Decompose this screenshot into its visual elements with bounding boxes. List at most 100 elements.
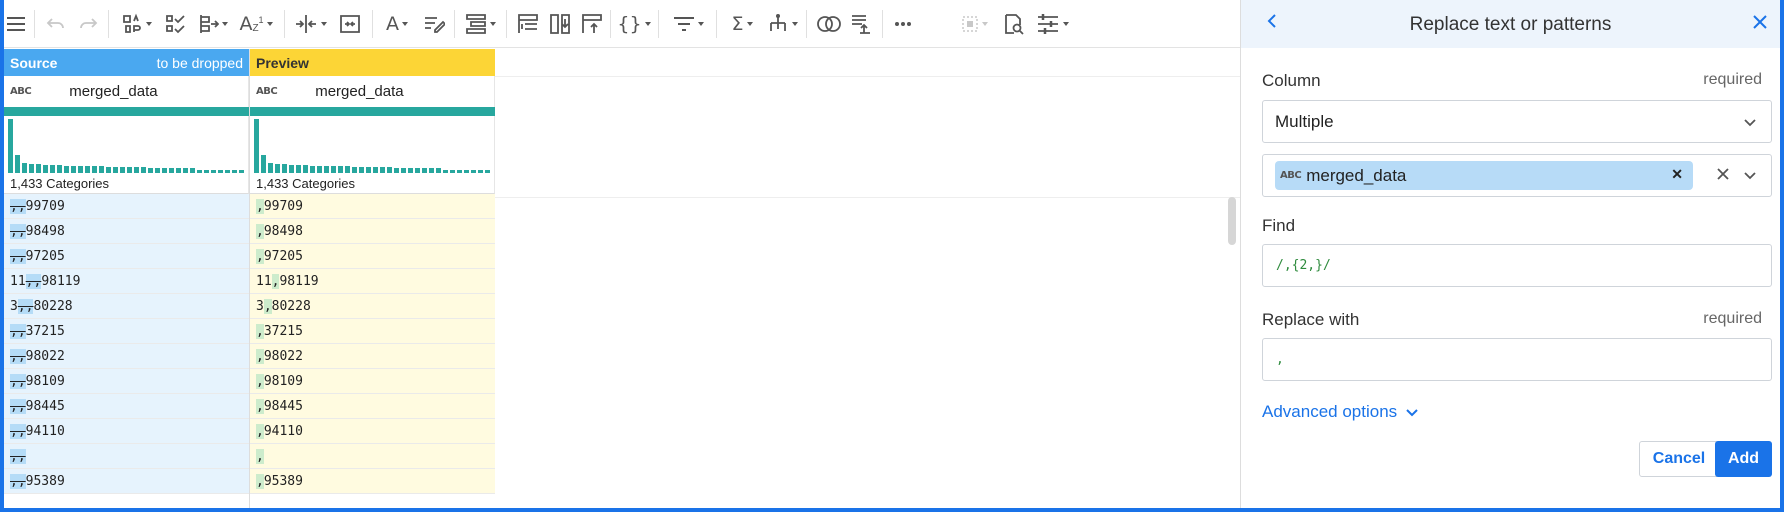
column-picker[interactable]: ABC merged_data ✕ xyxy=(1262,154,1772,197)
histogram-bar[interactable] xyxy=(338,166,343,173)
table-row[interactable]: ,37215 xyxy=(250,319,495,344)
table-row[interactable]: ,,98109 xyxy=(4,369,249,394)
table-row[interactable]: ,,99709 xyxy=(4,194,249,219)
histogram-bar[interactable] xyxy=(478,170,483,173)
histogram-bar[interactable] xyxy=(436,168,441,173)
histogram-bar[interactable] xyxy=(387,167,392,173)
histogram-bar[interactable] xyxy=(408,168,413,173)
histogram-bar[interactable] xyxy=(317,166,322,173)
table-row[interactable]: ,99709 xyxy=(250,194,495,219)
column-chip[interactable]: ABC merged_data ✕ xyxy=(1275,161,1693,190)
histogram-bar[interactable] xyxy=(141,167,146,173)
replace-input[interactable]: , xyxy=(1262,338,1772,381)
table-row[interactable]: ,95389 xyxy=(250,469,495,494)
search-icon[interactable] xyxy=(1000,8,1026,40)
histogram-bar[interactable] xyxy=(183,168,188,173)
histogram-bar[interactable] xyxy=(268,163,273,173)
more-icon[interactable] xyxy=(890,8,916,40)
select-icon[interactable] xyxy=(954,8,994,40)
histogram-bar[interactable] xyxy=(204,170,209,173)
table-row[interactable]: 3,,80228 xyxy=(4,294,249,319)
histogram-bar[interactable] xyxy=(450,170,455,173)
histogram-bar[interactable] xyxy=(113,167,118,173)
histogram-bar[interactable] xyxy=(197,170,202,173)
split-column-icon[interactable] xyxy=(292,8,328,40)
table-row[interactable]: ,,98445 xyxy=(4,394,249,419)
table-row[interactable]: ,98022 xyxy=(250,344,495,369)
table-row[interactable]: ,,98022 xyxy=(4,344,249,369)
histogram-bar[interactable] xyxy=(457,170,462,173)
histogram-bar[interactable] xyxy=(303,165,308,173)
histogram-bar[interactable] xyxy=(218,170,223,173)
json-icon[interactable]: {} xyxy=(616,8,652,40)
table-row[interactable]: ,98445 xyxy=(250,394,495,419)
histogram-bar[interactable] xyxy=(380,167,385,173)
histogram-bar[interactable] xyxy=(485,170,490,173)
undo-icon[interactable] xyxy=(44,8,68,40)
histogram-bar[interactable] xyxy=(401,168,406,173)
histogram-bar[interactable] xyxy=(254,119,259,173)
close-icon[interactable] xyxy=(1750,12,1770,35)
histogram-bar[interactable] xyxy=(239,170,244,173)
histogram-bar[interactable] xyxy=(394,168,399,173)
histogram-bar[interactable] xyxy=(366,167,371,173)
histogram-bar[interactable] xyxy=(275,164,280,173)
table-row[interactable]: 3,80228 xyxy=(250,294,495,319)
histogram-bar[interactable] xyxy=(282,164,287,173)
nest-icon[interactable] xyxy=(514,8,542,40)
clear-icon[interactable] xyxy=(1715,166,1731,185)
histogram-bar[interactable] xyxy=(71,166,76,173)
histogram-bar[interactable] xyxy=(8,119,13,173)
pivot-icon[interactable] xyxy=(766,8,798,40)
histogram-bar[interactable] xyxy=(324,166,329,173)
table-row[interactable]: ,,95389 xyxy=(4,469,249,494)
source-column-header[interactable]: ABC merged_data xyxy=(4,76,249,107)
merge-columns-icon[interactable] xyxy=(336,8,364,40)
histogram-bar[interactable] xyxy=(289,165,294,173)
join-icon[interactable] xyxy=(816,8,842,40)
aggregate-icon[interactable]: Σ xyxy=(726,8,758,40)
table-row[interactable]: 11,,98119 xyxy=(4,269,249,294)
histogram-bar[interactable] xyxy=(471,170,476,173)
histogram-bar[interactable] xyxy=(190,168,195,173)
menu-icon[interactable] xyxy=(4,8,28,40)
table-row[interactable]: ,94110 xyxy=(250,419,495,444)
edit-icon[interactable] xyxy=(420,8,448,40)
histogram-bar[interactable] xyxy=(310,166,315,173)
validate-icon[interactable] xyxy=(162,8,188,40)
unnest-icon[interactable] xyxy=(546,8,574,40)
table-row[interactable]: 11,98119 xyxy=(250,269,495,294)
sort-icon-a[interactable]: AZ1 xyxy=(238,8,274,40)
histogram-bar[interactable] xyxy=(78,166,83,173)
histogram-bar[interactable] xyxy=(373,167,378,173)
expand-icon[interactable] xyxy=(578,8,606,40)
histogram-bar[interactable] xyxy=(211,170,216,173)
histogram-bar[interactable] xyxy=(57,165,62,173)
histogram-bar[interactable] xyxy=(331,166,336,173)
chevron-down-icon[interactable] xyxy=(1743,168,1757,185)
histogram-bar[interactable] xyxy=(429,168,434,173)
settings-icon[interactable] xyxy=(1032,8,1072,40)
histogram-bar[interactable] xyxy=(127,167,132,173)
histogram-bar[interactable] xyxy=(225,170,230,173)
table-row[interactable]: ,,37215 xyxy=(4,319,249,344)
histogram-bar[interactable] xyxy=(43,165,48,173)
format-icon[interactable] xyxy=(194,8,230,40)
histogram-bar[interactable] xyxy=(64,166,69,173)
restructure-icon[interactable] xyxy=(462,8,498,40)
histogram-bar[interactable] xyxy=(85,166,90,173)
histogram-bar[interactable] xyxy=(29,164,34,173)
table-row[interactable]: ,98109 xyxy=(250,369,495,394)
histogram-bar[interactable] xyxy=(155,168,160,173)
histogram-bar[interactable] xyxy=(359,167,364,173)
histogram-bar[interactable] xyxy=(464,170,469,173)
table-row[interactable]: ,,98498 xyxy=(4,219,249,244)
histogram-bar[interactable] xyxy=(296,165,301,173)
histogram-bar[interactable] xyxy=(443,170,448,173)
preview-column-header[interactable]: ABC merged_data xyxy=(250,76,495,107)
histogram-bar[interactable] xyxy=(22,163,27,173)
histogram-bar[interactable] xyxy=(50,165,55,173)
redo-icon[interactable] xyxy=(76,8,100,40)
histogram-bar[interactable] xyxy=(169,168,174,173)
histogram-bar[interactable] xyxy=(162,168,167,173)
